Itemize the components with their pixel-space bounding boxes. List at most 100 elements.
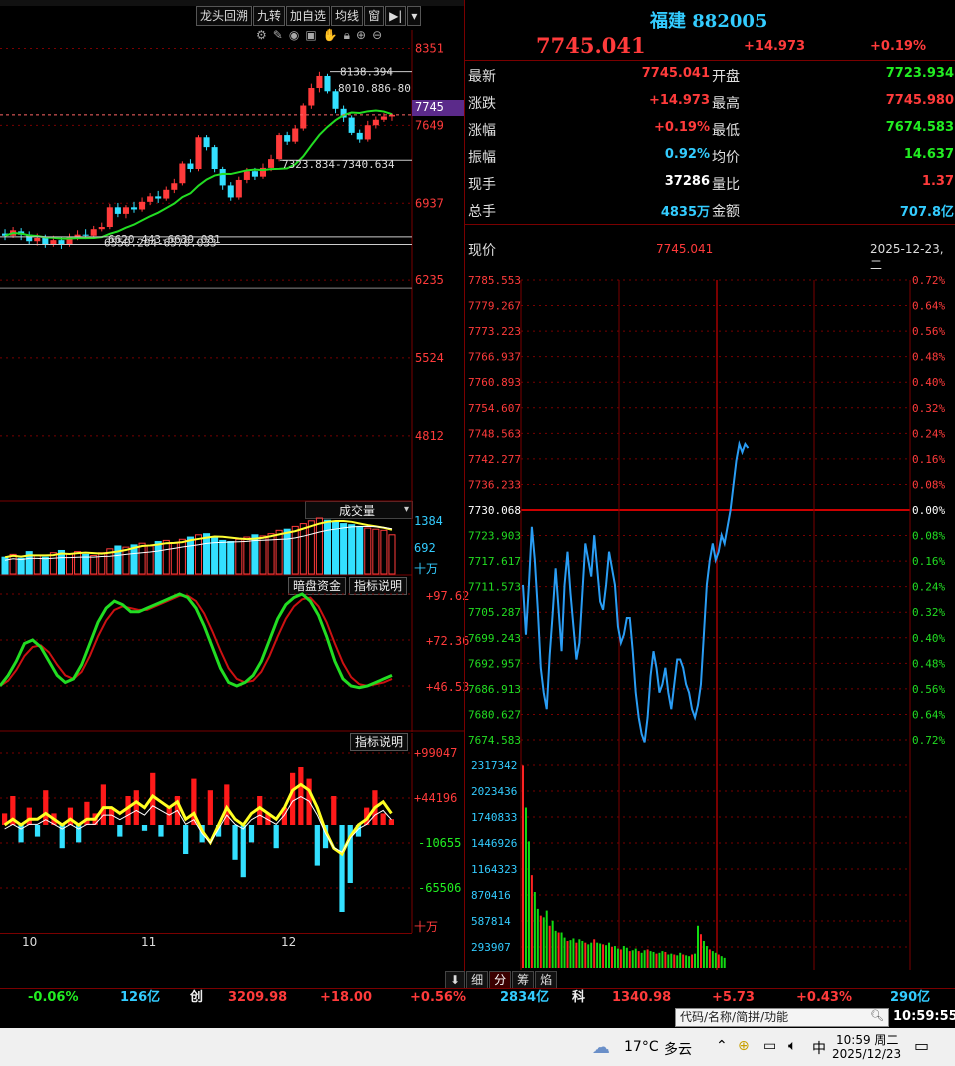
kline-y-tick: 4812 [415,429,444,443]
kd-tick: +72.36 [426,634,470,648]
intraday-pct-tick: 0.24% [912,427,945,440]
volume-bar [275,529,283,575]
volume-bar [90,555,98,575]
intraday-pct-tick: 0.48% [912,657,945,670]
status-value: -0.06% [28,990,79,1005]
vol-tick: 692 [414,541,436,555]
taskbar-date[interactable]: 2025/12/23 [832,1047,901,1061]
intraday-price-tick: 7686.913 [468,683,521,696]
vol-unit: 十万 [414,562,439,576]
macd-tick: +44196 [414,791,458,805]
search-input[interactable]: 代码/名称/简拼/功能 🔍︎ [675,1008,889,1027]
volume-bar [194,534,203,575]
time-tick: 10 [22,935,38,949]
annotation-label: 7323.834-7340.634 [282,158,395,171]
quote-value: 7723.934 [885,66,954,81]
quote-price: 7745.041 [536,33,646,58]
macd-bar [133,790,139,825]
divider [465,60,955,61]
taskbar-time[interactable]: 10:59 周二 [836,1031,898,1048]
quote-value: 7745.980 [885,93,954,108]
macd-bar [388,819,394,825]
volume-bar-fill [332,522,339,574]
volume-bar [299,523,307,575]
annotation-label: 8010.886-80 [338,82,411,95]
intraday-price-tick: 7711.573 [468,581,521,594]
intraday-pct-tick: 0.48% [912,351,945,364]
windows-taskbar: ☁ 17°C 多云 ⌃ ⊕ ▭ 🔈︎ 中 10:59 周二 2025/12/23… [0,1028,955,1066]
candle-body [187,163,194,170]
intraday-price-line [522,440,750,743]
toolbar-dropdown-icon[interactable]: ▾ [407,6,422,26]
toolbar-arrow-icon[interactable]: ▶| [385,6,407,26]
tab-chips[interactable]: 筹 [512,971,535,989]
candle-body [171,183,178,190]
quote-value: 4835万 [660,205,710,220]
volume-icon[interactable]: 🔈︎ [788,1038,796,1054]
volume-bar [315,517,323,575]
tab-detail[interactable]: 细 [466,971,489,989]
intraday-price-tick: 7760.893 [468,376,521,389]
candle-body [300,105,307,129]
intraday-pct-tick: 0.64% [912,708,945,721]
toolbar-dragon-review[interactable]: 龙头回溯 [196,6,253,26]
tab-flame[interactable]: 焰 [535,971,558,989]
intraday-price-tick: 7773.223 [468,325,521,338]
volume-bar [388,534,396,575]
toolbar-add-watchlist[interactable]: 加自选 [286,6,331,26]
macd-bar [117,825,123,837]
weather-temp[interactable]: 17°C [624,1039,659,1055]
candle-body [251,171,258,177]
intraday-pct-tick: 0.08% [912,530,945,543]
candle-body [211,147,218,170]
intraday-pct-tick: 0.64% [912,300,945,313]
volume-bar [235,538,243,575]
intraday-chart[interactable]: 7785.553 0.72% 7779.267 0.64% 7773.223 0.56% 7… [465,270,955,970]
intraday-pct-tick: 0.72% [912,274,945,287]
candle-body [179,163,186,184]
quote-label: 总手 [468,204,496,220]
notification-icon[interactable]: ▭ [914,1036,929,1055]
intraday-pct-tick: 0.72% [912,734,945,747]
intraday-price: 7745.041 [656,242,714,256]
chevron-up-icon[interactable]: ⌃ [716,1038,728,1054]
quote-value: 1.37 [921,174,954,189]
search-icon: 🔍︎ [870,1009,884,1022]
volume-bar [74,551,82,575]
divider [465,224,955,225]
weather-text[interactable]: 多云 [664,1039,692,1059]
intraday-vol-tick: 1740833 [471,811,517,824]
network-icon[interactable]: ▭ [763,1038,776,1054]
macd-bar [166,807,172,825]
candle-body [356,132,363,140]
kd-tick: +46.53 [426,680,470,694]
intraday-price-tick: 7723.903 [468,530,521,543]
toolbar-moving-average[interactable]: 均线 [331,6,364,26]
quote-label: 均价 [712,150,740,166]
volume-bar [146,545,154,575]
status-value: +5.73 [712,990,755,1005]
intraday-vol-tick: 293907 [471,941,511,954]
intraday-pct-tick: 0.56% [912,325,945,338]
download-icon[interactable]: ⬇ [445,971,466,989]
volume-bar-fill [227,541,234,574]
time-tick: 11 [141,935,157,949]
macd-bar [339,825,345,912]
quote-value: 14.637 [903,147,954,162]
time-tick: 12 [281,935,297,949]
volume-bar [9,553,17,575]
candle-body [316,75,323,89]
volume-bar [65,553,74,575]
kline-chart[interactable]: 8138.3948010.886-807323.834-7340.6346620… [0,30,464,500]
toolbar-nine-turn[interactable]: 九转 [253,6,286,26]
intraday-price-tick: 7717.617 [468,555,521,568]
macd-tick: +99047 [414,746,458,760]
kline-y-tick: 7649 [415,118,444,132]
intraday-price-tick: 7699.243 [468,632,521,645]
tray-app-icon[interactable]: ⊕ [738,1038,750,1054]
toolbar-window[interactable]: 窗 [364,6,385,26]
ime-indicator[interactable]: 中 [812,1038,826,1058]
intraday-price-tick: 7674.583 [468,734,521,747]
kline-y-tick: 6937 [415,196,444,210]
tab-minute[interactable]: 分 [489,971,512,989]
